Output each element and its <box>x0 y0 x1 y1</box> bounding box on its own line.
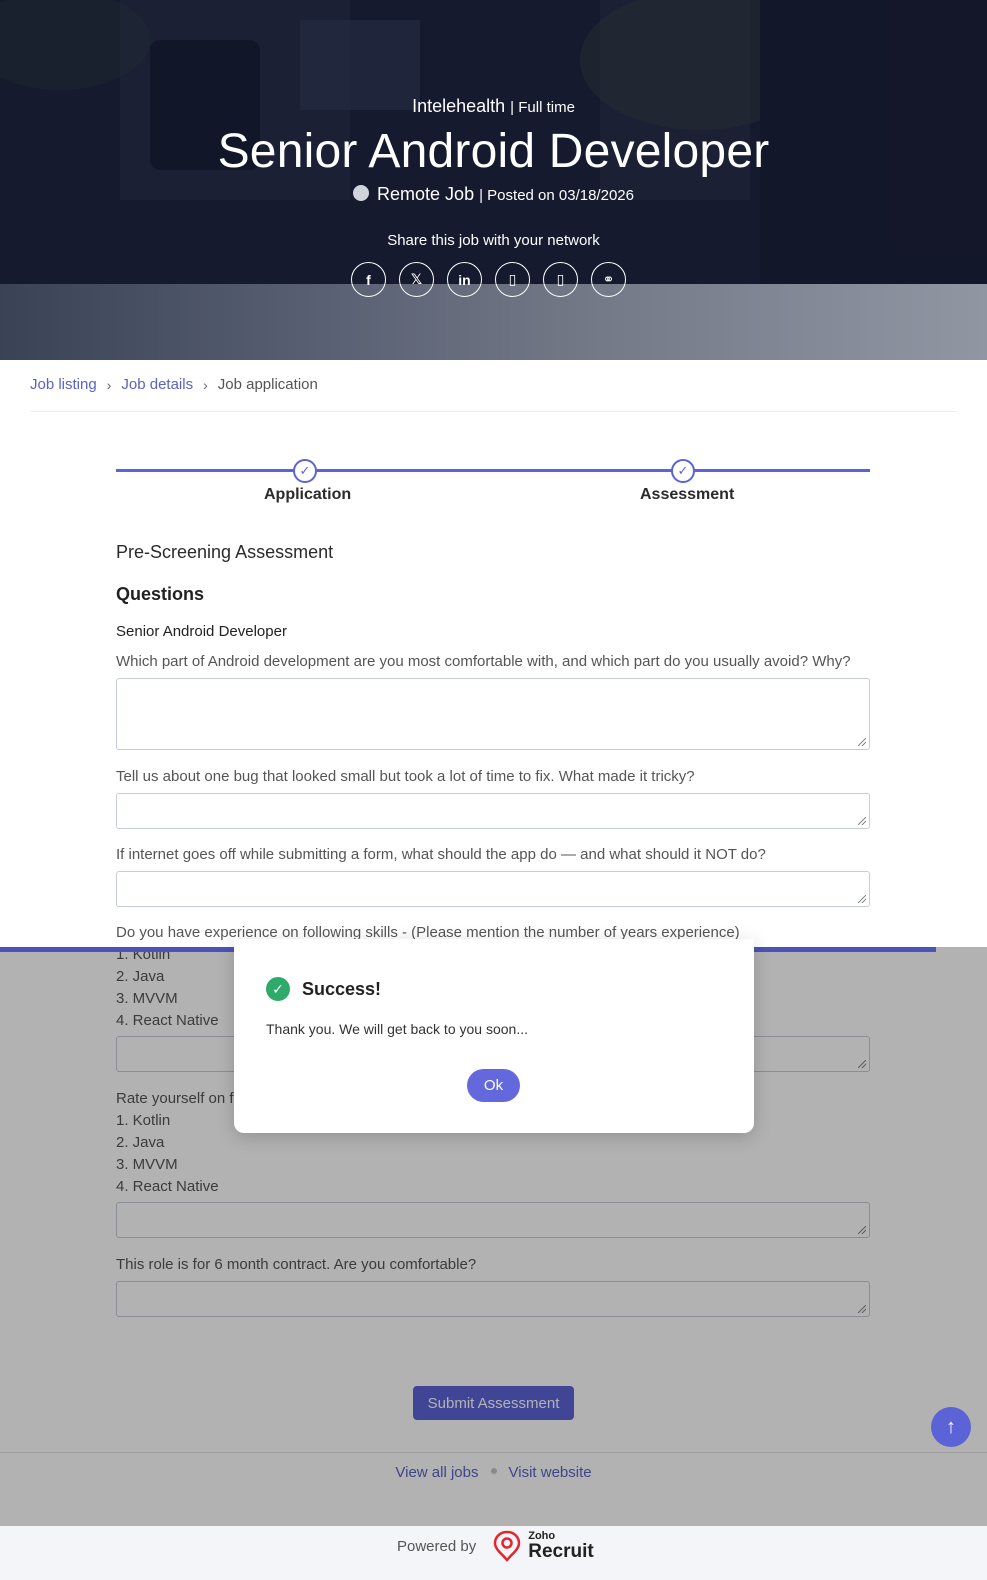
copy-link-button[interactable]: ⚭ <box>591 262 626 297</box>
step-application-check-icon: ✓ <box>293 459 317 483</box>
question-3-answer[interactable] <box>116 871 870 907</box>
breadcrumb-job-listing[interactable]: Job listing <box>30 376 97 393</box>
job-meta: Remote Job | Posted on 03/18/2026 <box>0 184 987 205</box>
facebook-share-button[interactable]: f <box>351 262 386 297</box>
job-title: Senior Android Developer <box>217 125 770 178</box>
zoho-recruit-logo[interactable]: Zoho Recruit <box>492 1530 594 1562</box>
share-label: Share this job with your network <box>387 232 600 249</box>
stepper-progress-line <box>116 469 870 472</box>
linkedin-share-button[interactable]: in <box>447 262 482 297</box>
posted-date: | Posted on 03/18/2026 <box>479 187 634 204</box>
breadcrumb-job-details[interactable]: Job details <box>121 376 193 393</box>
share-icon: ▯ <box>556 271 565 287</box>
powered-by-bar: Powered by Zoho Recruit <box>0 1526 987 1580</box>
question-1-answer[interactable] <box>116 678 870 750</box>
share-button-4[interactable]: ▯ <box>495 262 530 297</box>
question-3-label: If internet goes off while submitting a … <box>116 846 766 863</box>
questions-heading: Questions <box>116 584 205 604</box>
dialog-title-text: Success! <box>302 978 382 999</box>
x-share-button[interactable]: 𝕏 <box>399 262 434 297</box>
ok-button[interactable]: Ok <box>467 1069 520 1102</box>
chevron-right-icon: › <box>203 376 208 393</box>
facebook-icon: f <box>366 271 371 288</box>
recruit-logo-icon <box>493 1530 521 1562</box>
company-name: Intelehealth <box>412 96 506 116</box>
divider <box>30 411 957 412</box>
assessment-name: Senior Android Developer <box>116 623 287 640</box>
question-1-label: Which part of Android development are yo… <box>116 653 851 670</box>
share-icon: ▯ <box>508 271 517 287</box>
company-line: Intelehealth | Full time <box>0 96 987 117</box>
step-assessment-label: Assessment <box>640 486 735 503</box>
section-title: Pre-Screening Assessment <box>116 542 334 562</box>
question-2-answer[interactable] <box>116 793 870 829</box>
job-header-banner: Intelehealth | Full time Senior Android … <box>0 0 987 360</box>
logo-recruit-text: Recruit <box>528 1541 594 1562</box>
job-location: Remote Job <box>377 184 475 204</box>
check-circle-icon: ✓ <box>266 977 290 1001</box>
globe-icon <box>353 185 370 201</box>
link-icon: ⚭ <box>602 271 615 287</box>
chevron-right-icon: › <box>106 376 112 393</box>
dialog-title: ✓ Success! <box>266 977 381 1001</box>
linkedin-icon: in <box>458 271 471 288</box>
breadcrumb-current: Job application <box>217 376 318 393</box>
scroll-to-top-button[interactable]: ↑ <box>931 1407 971 1447</box>
breadcrumb: Job listing › Job details › Job applicat… <box>30 376 318 393</box>
share-buttons: f 𝕏 in ▯ ▯ ⚭ <box>351 262 626 297</box>
job-type: | Full time <box>510 99 575 116</box>
step-application-label: Application <box>264 486 352 503</box>
arrow-up-icon: ↑ <box>946 1415 956 1438</box>
step-assessment-check-icon: ✓ <box>671 459 695 483</box>
question-2-label: Tell us about one bug that looked small … <box>116 768 695 785</box>
dialog-message: Thank you. We will get back to you soon.… <box>266 1021 528 1037</box>
powered-by-label: Powered by <box>397 1537 477 1555</box>
share-button-5[interactable]: ▯ <box>543 262 578 297</box>
success-dialog: ✓ Success! Thank you. We will get back t… <box>234 939 754 1133</box>
x-icon: 𝕏 <box>410 271 423 287</box>
